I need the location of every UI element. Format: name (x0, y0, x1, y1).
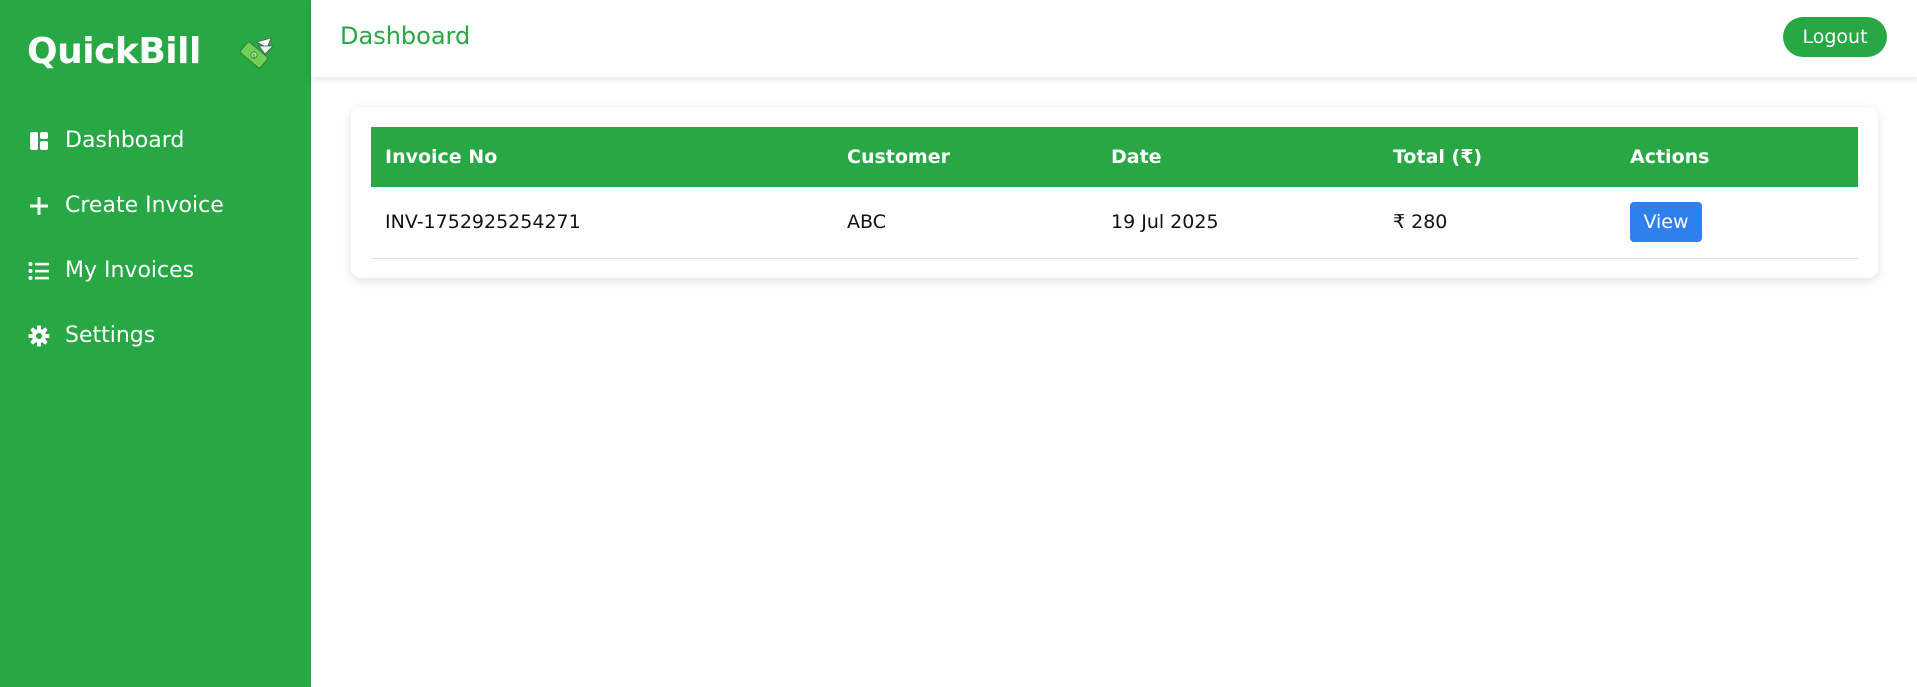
cell-customer: ABC (847, 211, 886, 234)
column-header-total: Total (₹) (1393, 146, 1483, 168)
brand-name: QuickBill (27, 30, 201, 72)
column-header-date: Date (1111, 146, 1162, 168)
table-header: Invoice No Customer Date Total (₹) Actio… (371, 127, 1858, 187)
table-body: INV-1752925254271 ABC 19 Jul 2025 ₹ 280 … (371, 187, 1858, 258)
column-header-actions: Actions (1630, 146, 1710, 168)
sidebar-item-create-invoice[interactable]: Create Invoice (0, 173, 311, 238)
cell-total: ₹ 280 (1393, 211, 1448, 234)
cell-date: 19 Jul 2025 (1111, 211, 1219, 234)
dashboard-icon (27, 129, 51, 153)
app-root: QuickBill $ Dashboard Create Invoice My … (0, 0, 1917, 687)
column-header-customer: Customer (847, 146, 950, 168)
cell-actions: View (1616, 187, 1858, 258)
column-header-invoice-no: Invoice No (385, 146, 498, 168)
list-icon (27, 259, 51, 283)
sidebar-item-my-invoices[interactable]: My Invoices (0, 238, 311, 303)
money-wings-icon: $ (235, 34, 275, 74)
sidebar-item-dashboard[interactable]: Dashboard (0, 108, 311, 173)
sidebar: QuickBill $ Dashboard Create Invoice My … (0, 0, 311, 687)
sidebar-nav: Dashboard Create Invoice My Invoices Set… (0, 108, 311, 368)
logout-button[interactable]: Logout (1783, 17, 1887, 57)
page-title: Dashboard (340, 22, 471, 50)
sidebar-item-label: Settings (65, 323, 156, 348)
invoices-table: Invoice No Customer Date Total (₹) Actio… (371, 127, 1858, 259)
table-row: INV-1752925254271 ABC 19 Jul 2025 ₹ 280 … (371, 187, 1858, 258)
top-bar: Dashboard Logout (311, 0, 1917, 77)
view-invoice-button[interactable]: View (1630, 202, 1702, 243)
invoices-card: Invoice No Customer Date Total (₹) Actio… (351, 107, 1878, 278)
sidebar-item-label: Dashboard (65, 128, 185, 153)
cell-invoice-no: INV-1752925254271 (385, 211, 581, 234)
sidebar-item-label: Create Invoice (65, 193, 224, 218)
sidebar-item-settings[interactable]: Settings (0, 303, 311, 368)
brand: QuickBill $ (27, 26, 287, 76)
gear-icon (27, 324, 51, 348)
sidebar-item-label: My Invoices (65, 258, 195, 283)
svg-text:$: $ (252, 54, 255, 60)
table-header-row: Invoice No Customer Date Total (₹) Actio… (371, 127, 1858, 187)
plus-icon (27, 194, 51, 218)
